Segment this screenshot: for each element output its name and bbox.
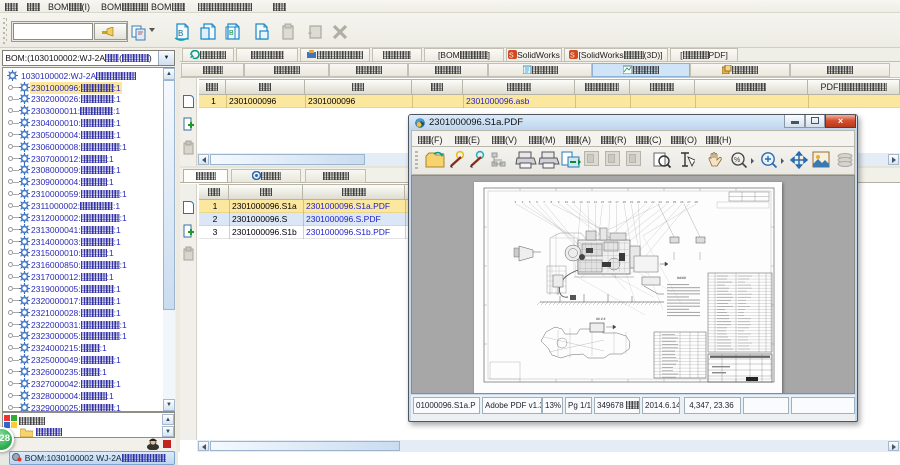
svg-text:14: 14 bbox=[594, 200, 598, 204]
svg-text:9: 9 bbox=[558, 200, 560, 204]
svg-text:26: 26 bbox=[680, 200, 684, 204]
svg-text:5: 5 bbox=[529, 200, 531, 204]
svg-text:22: 22 bbox=[651, 200, 655, 204]
svg-text:28: 28 bbox=[695, 200, 699, 204]
svg-text:S: S bbox=[509, 53, 514, 60]
svg-text:24: 24 bbox=[666, 200, 670, 204]
svg-text:21: 21 bbox=[644, 200, 648, 204]
svg-text:20: 20 bbox=[637, 200, 641, 204]
svg-text:17: 17 bbox=[615, 200, 619, 204]
svg-text:B: B bbox=[229, 30, 234, 37]
svg-text:19: 19 bbox=[630, 200, 634, 204]
svg-text:4: 4 bbox=[522, 200, 524, 204]
svg-text:6: 6 bbox=[536, 200, 538, 204]
svg-text:23: 23 bbox=[659, 200, 663, 204]
svg-text:%: % bbox=[734, 157, 740, 164]
svg-text:13: 13 bbox=[587, 200, 591, 204]
svg-text:18: 18 bbox=[623, 200, 627, 204]
svg-text:8: 8 bbox=[551, 200, 553, 204]
svg-text:B: B bbox=[178, 29, 183, 38]
svg-text:S: S bbox=[570, 53, 575, 60]
svg-text:## # #: ## # # bbox=[596, 317, 606, 321]
svg-text:15: 15 bbox=[601, 200, 605, 204]
svg-text:12: 12 bbox=[579, 200, 583, 204]
svg-text:3: 3 bbox=[515, 200, 517, 204]
svg-text:25: 25 bbox=[673, 200, 677, 204]
svg-text:27: 27 bbox=[687, 200, 691, 204]
svg-text:16: 16 bbox=[608, 200, 612, 204]
svg-text:11: 11 bbox=[572, 200, 575, 204]
svg-text:10: 10 bbox=[565, 200, 569, 204]
svg-text:####: #### bbox=[677, 275, 687, 280]
svg-text:7: 7 bbox=[543, 200, 545, 204]
